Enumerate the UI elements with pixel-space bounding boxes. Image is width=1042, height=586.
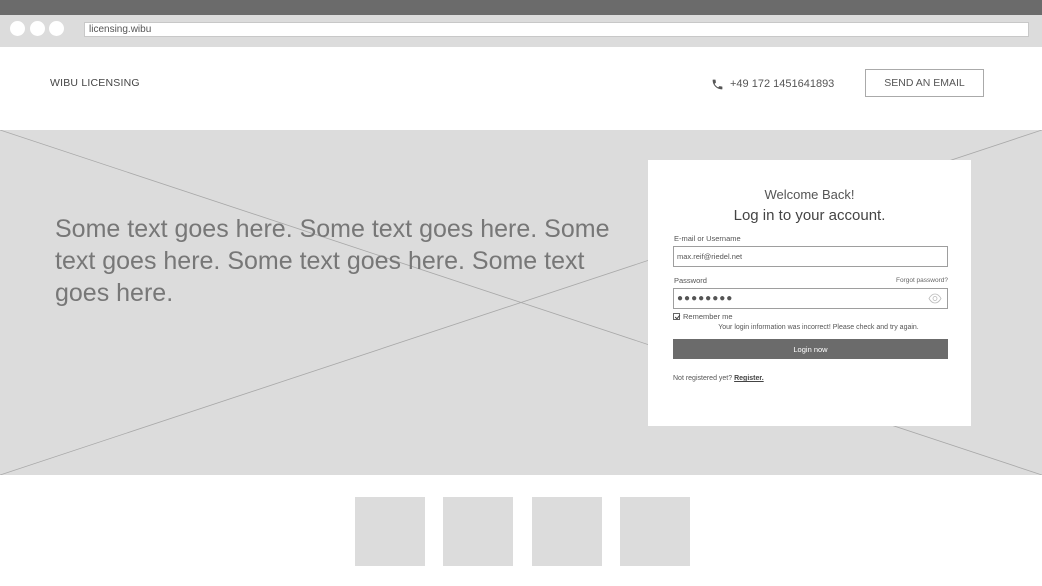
window-close-dot[interactable] [10,21,25,36]
forgot-password-link[interactable]: Forgot password? [896,277,948,284]
phone-number: +49 172 1451641893 [730,78,835,90]
login-title: Log in to your account. [733,207,886,224]
register-prompt-text: Not registered yet? [673,375,733,382]
phone-icon [712,79,723,89]
error-message: Your login information was incorrect! Pl… [718,324,919,331]
brand-logo-text[interactable]: WIBU LICENSING [50,77,140,89]
hero-text: Some text goes here. Some text goes here… [55,215,610,307]
remember-label: Remember me [683,312,733,321]
login-button[interactable]: Login now [673,339,948,359]
image-placeholder-4 [620,497,690,566]
password-label: Password [674,276,707,285]
eye-icon[interactable] [928,293,942,304]
password-mask: ●●●●●●●● [677,293,734,304]
window-minimize-dot[interactable] [30,21,45,36]
window-top-bar [0,0,1042,15]
image-placeholder-3 [532,497,602,566]
send-email-button[interactable]: SEND AN EMAIL [865,69,984,97]
password-field[interactable]: ●●●●●●●● [673,288,948,309]
register-prompt: Not registered yet? Register. [673,375,764,382]
address-bar[interactable]: licensing.wibu [84,22,1029,37]
window-maximize-dot[interactable] [49,21,64,36]
remember-checkbox[interactable] [673,313,680,320]
login-card: Welcome Back! Log in to your account. E-… [648,160,971,426]
remember-me[interactable]: Remember me [673,312,733,321]
register-link[interactable]: Register. [734,375,764,382]
image-placeholder-1 [355,497,425,566]
welcome-heading: Welcome Back! [764,187,855,202]
email-field[interactable]: max.reif@riedel.net [673,246,948,267]
phone-contact: +49 172 1451641893 [711,76,834,92]
image-placeholder-2 [443,497,513,566]
email-label: E-mail or Username [674,234,741,243]
